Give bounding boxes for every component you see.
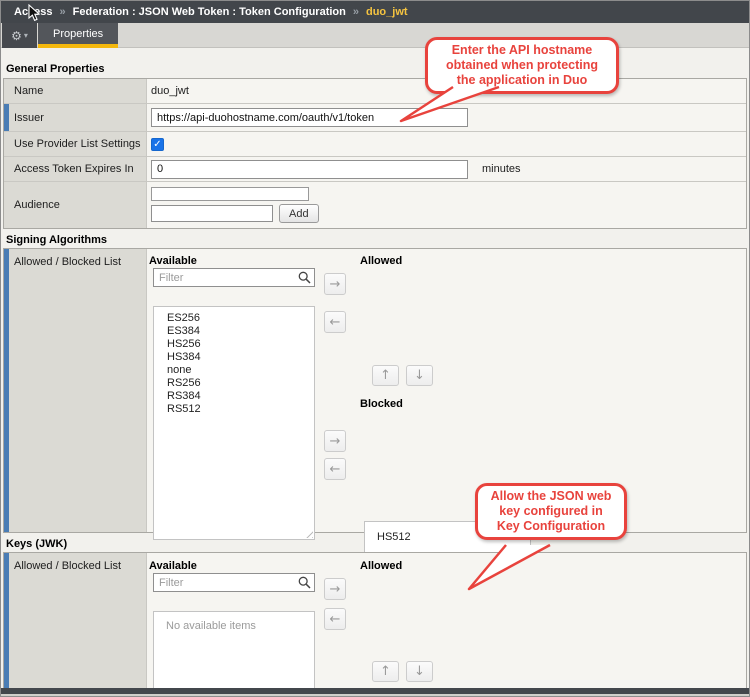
table-row: Issuer — [4, 104, 746, 132]
signing-allowed-header: Allowed — [360, 255, 402, 267]
name-label: Name — [4, 79, 147, 103]
keys-move-from-allowed-button[interactable]: ← — [324, 608, 346, 630]
callout-line: Allow the JSON web — [486, 489, 616, 504]
breadcrumb-separator: » — [353, 6, 359, 18]
list-item[interactable]: RS384 — [154, 390, 314, 403]
minutes-unit-label: minutes — [482, 163, 521, 175]
breadcrumb-current: duo_jwt — [366, 6, 408, 18]
section-title-general-properties: General Properties — [6, 63, 104, 75]
name-value: duo_jwt — [151, 85, 189, 97]
list-item[interactable]: RS256 — [154, 377, 314, 390]
keys-available-header: Available — [149, 560, 197, 572]
signing-move-to-allowed-button[interactable]: → — [324, 273, 346, 295]
callout-line: Key Configuration — [486, 519, 616, 534]
use-provider-list-settings-checkbox[interactable]: ✓ — [151, 138, 164, 151]
tab-properties[interactable]: Properties — [38, 23, 118, 48]
signing-algorithms-table: Allowed / Blocked List Available ES256ES… — [3, 248, 747, 533]
signing-available-header: Available — [149, 255, 197, 267]
signing-available-listbox[interactable]: ES256ES384HS256HS384noneRS256RS384RS512 — [153, 306, 315, 540]
signing-blocked-header: Blocked — [360, 398, 403, 410]
signing-allowed-blocked-label: Allowed / Blocked List — [14, 256, 121, 268]
table-row: Name duo_jwt — [4, 79, 746, 104]
tab-bar: ⚙ ▾ Properties — [1, 23, 749, 48]
section-title-keys-jwk: Keys (JWK) — [6, 538, 67, 550]
signing-move-to-blocked-button[interactable]: → — [324, 430, 346, 452]
access-token-expires-label: Access Token Expires In — [4, 157, 147, 181]
table-row: Audience Add — [4, 182, 746, 228]
audience-label: Audience — [4, 182, 147, 228]
section-title-signing-algorithms: Signing Algorithms — [6, 234, 107, 246]
callout-tail — [397, 85, 509, 127]
keys-allowed-blocked-label: Allowed / Blocked List — [14, 560, 121, 572]
signing-allowed-move-down-button[interactable]: ↓ — [406, 365, 433, 386]
callout-line: obtained when protecting — [436, 58, 608, 73]
mouse-cursor-icon — [28, 4, 41, 22]
breadcrumb: Access » Federation : JSON Web Token : T… — [1, 1, 749, 23]
keys-jwk-table: Allowed / Blocked List Available No avai… — [3, 552, 747, 689]
resize-grip[interactable] — [304, 529, 313, 538]
table-row: Allowed / Blocked List Available No avai… — [4, 553, 746, 690]
keys-move-to-allowed-button[interactable]: → — [324, 578, 346, 600]
keys-available-listbox[interactable]: No available items — [153, 611, 315, 697]
app-window: Access » Federation : JSON Web Token : T… — [0, 0, 750, 697]
callout-jwk: Allow the JSON web key configured in Key… — [475, 483, 627, 540]
modified-indicator — [4, 553, 9, 690]
no-available-items-text: No available items — [154, 612, 314, 632]
breadcrumb-path[interactable]: Federation : JSON Web Token : Token Conf… — [73, 6, 346, 18]
breadcrumb-separator: » — [60, 6, 66, 18]
table-row: Use Provider List Settings ✓ — [4, 132, 746, 157]
signing-filter-input[interactable] — [153, 268, 315, 287]
gear-icon: ⚙ — [11, 29, 22, 43]
table-row: Access Token Expires In minutes — [4, 157, 746, 182]
search-icon — [298, 576, 311, 589]
list-item[interactable]: HS384 — [154, 351, 314, 364]
modified-indicator — [4, 104, 9, 131]
list-item[interactable]: HS256 — [154, 338, 314, 351]
signing-move-from-allowed-button[interactable]: ← — [324, 311, 346, 333]
gear-menu-button[interactable]: ⚙ ▾ — [2, 23, 37, 48]
signing-allowed-move-up-button[interactable]: ↑ — [372, 365, 399, 386]
keys-filter-input[interactable] — [153, 573, 315, 592]
issuer-label: Issuer — [14, 112, 44, 124]
general-properties-table: Name duo_jwt Issuer Use Provider List Se… — [3, 78, 747, 229]
keys-allowed-header: Allowed — [360, 560, 402, 572]
modified-indicator — [4, 249, 9, 532]
callout-line: key configured in — [486, 504, 616, 519]
access-token-expires-input[interactable] — [151, 160, 468, 179]
list-item[interactable]: none — [154, 364, 314, 377]
keys-allowed-move-up-button[interactable]: ↑ — [372, 661, 399, 682]
keys-allowed-move-down-button[interactable]: ↓ — [406, 661, 433, 682]
audience-input[interactable] — [151, 205, 273, 222]
list-item[interactable]: RS512 — [154, 403, 314, 416]
chevron-down-icon: ▾ — [24, 31, 28, 40]
callout-line: Enter the API hostname — [436, 43, 608, 58]
audience-add-button[interactable]: Add — [279, 204, 319, 223]
list-item[interactable]: ES384 — [154, 325, 314, 338]
audience-listbox[interactable] — [151, 187, 309, 201]
callout-tail — [459, 543, 559, 593]
use-provider-list-settings-label: Use Provider List Settings — [4, 132, 147, 156]
search-icon — [298, 271, 311, 284]
list-item[interactable]: ES256 — [154, 312, 314, 325]
table-row: Allowed / Blocked List Available ES256ES… — [4, 249, 746, 532]
signing-move-from-blocked-button[interactable]: ← — [324, 458, 346, 480]
